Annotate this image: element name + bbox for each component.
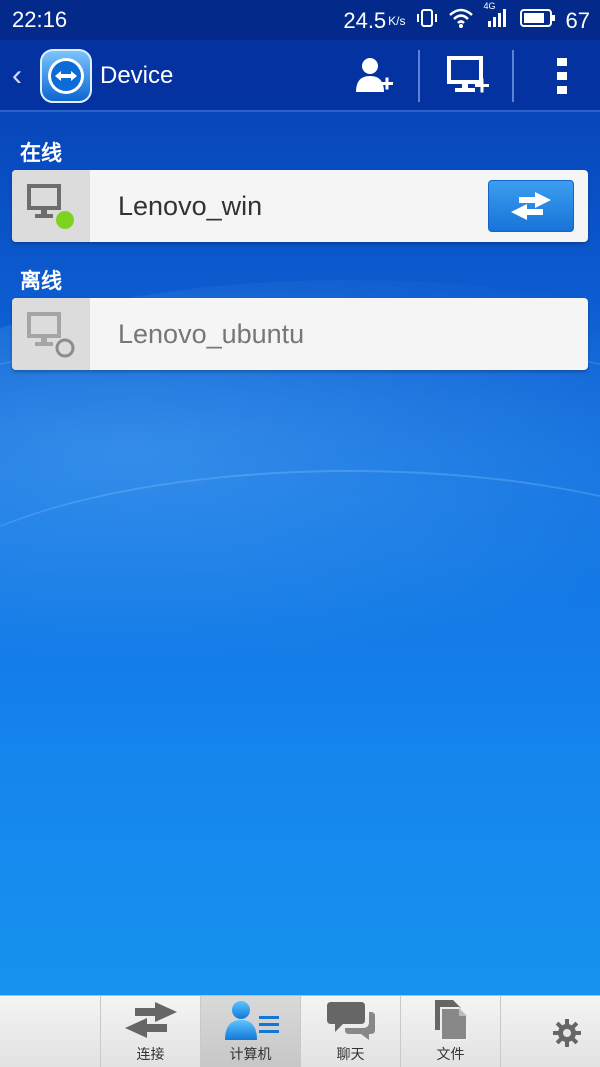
vibrate-icon xyxy=(416,7,438,35)
teamviewer-logo[interactable] xyxy=(38,46,94,106)
gear-icon xyxy=(553,1019,581,1047)
online-section-label: 在线 xyxy=(20,142,62,165)
device-status-box xyxy=(12,170,90,242)
tab-files[interactable]: 文件 xyxy=(400,996,500,1067)
connect-icon xyxy=(124,1002,177,1038)
tab-label: 连接 xyxy=(136,1046,165,1062)
overflow-menu-icon xyxy=(557,58,567,94)
action-bar: ‹ Device xyxy=(0,40,600,112)
action-divider xyxy=(512,50,514,102)
device-status-box xyxy=(12,298,90,370)
battery-icon xyxy=(519,8,556,34)
add-computer-button[interactable] xyxy=(438,48,498,104)
add-contact-icon xyxy=(356,58,393,92)
tab-settings[interactable] xyxy=(500,996,600,1067)
device-row-online[interactable]: Lenovo_win xyxy=(12,170,588,242)
back-icon[interactable]: ‹ xyxy=(12,58,32,94)
tab-label: 聊天 xyxy=(336,1046,365,1062)
computer-offline-icon xyxy=(27,312,75,358)
overflow-menu-button[interactable] xyxy=(532,48,592,104)
network-type: 4G xyxy=(483,1,496,11)
files-icon xyxy=(434,1000,468,1041)
swap-arrows-icon xyxy=(511,192,551,220)
network-speed-unit: K/s xyxy=(388,14,406,28)
tab-label: 文件 xyxy=(436,1046,465,1062)
device-name: Lenovo_win xyxy=(118,190,263,221)
device-row-offline[interactable]: Lenovo_ubuntu xyxy=(12,298,588,370)
cell-signal-icon: 4G xyxy=(484,1,510,35)
tab-label: 计算机 xyxy=(229,1046,272,1062)
add-computer-icon xyxy=(447,56,489,93)
page-title: Device xyxy=(100,62,174,89)
bottom-navigation: 连接 计算机 聊天 文件 xyxy=(0,995,600,1067)
offline-section-label: 离线 xyxy=(20,270,62,293)
network-speed: 24.5 xyxy=(343,8,387,33)
tab-connect[interactable]: 连接 xyxy=(100,996,200,1067)
connect-button[interactable] xyxy=(488,180,574,232)
status-bar: 22:16 24.5 K/s 4G 67 xyxy=(0,0,600,40)
wifi-icon xyxy=(448,7,474,35)
computer-online-icon xyxy=(27,184,74,229)
tab-chat[interactable]: 聊天 xyxy=(300,996,400,1067)
action-divider xyxy=(418,50,420,102)
add-contact-button[interactable] xyxy=(344,48,404,104)
device-name: Lenovo_ubuntu xyxy=(118,318,305,349)
battery-level: 67 xyxy=(565,8,590,33)
tab-computers[interactable]: 计算机 xyxy=(200,996,300,1067)
chat-icon xyxy=(326,1002,375,1040)
computers-icon xyxy=(224,1001,279,1040)
status-time: 22:16 xyxy=(12,7,68,32)
